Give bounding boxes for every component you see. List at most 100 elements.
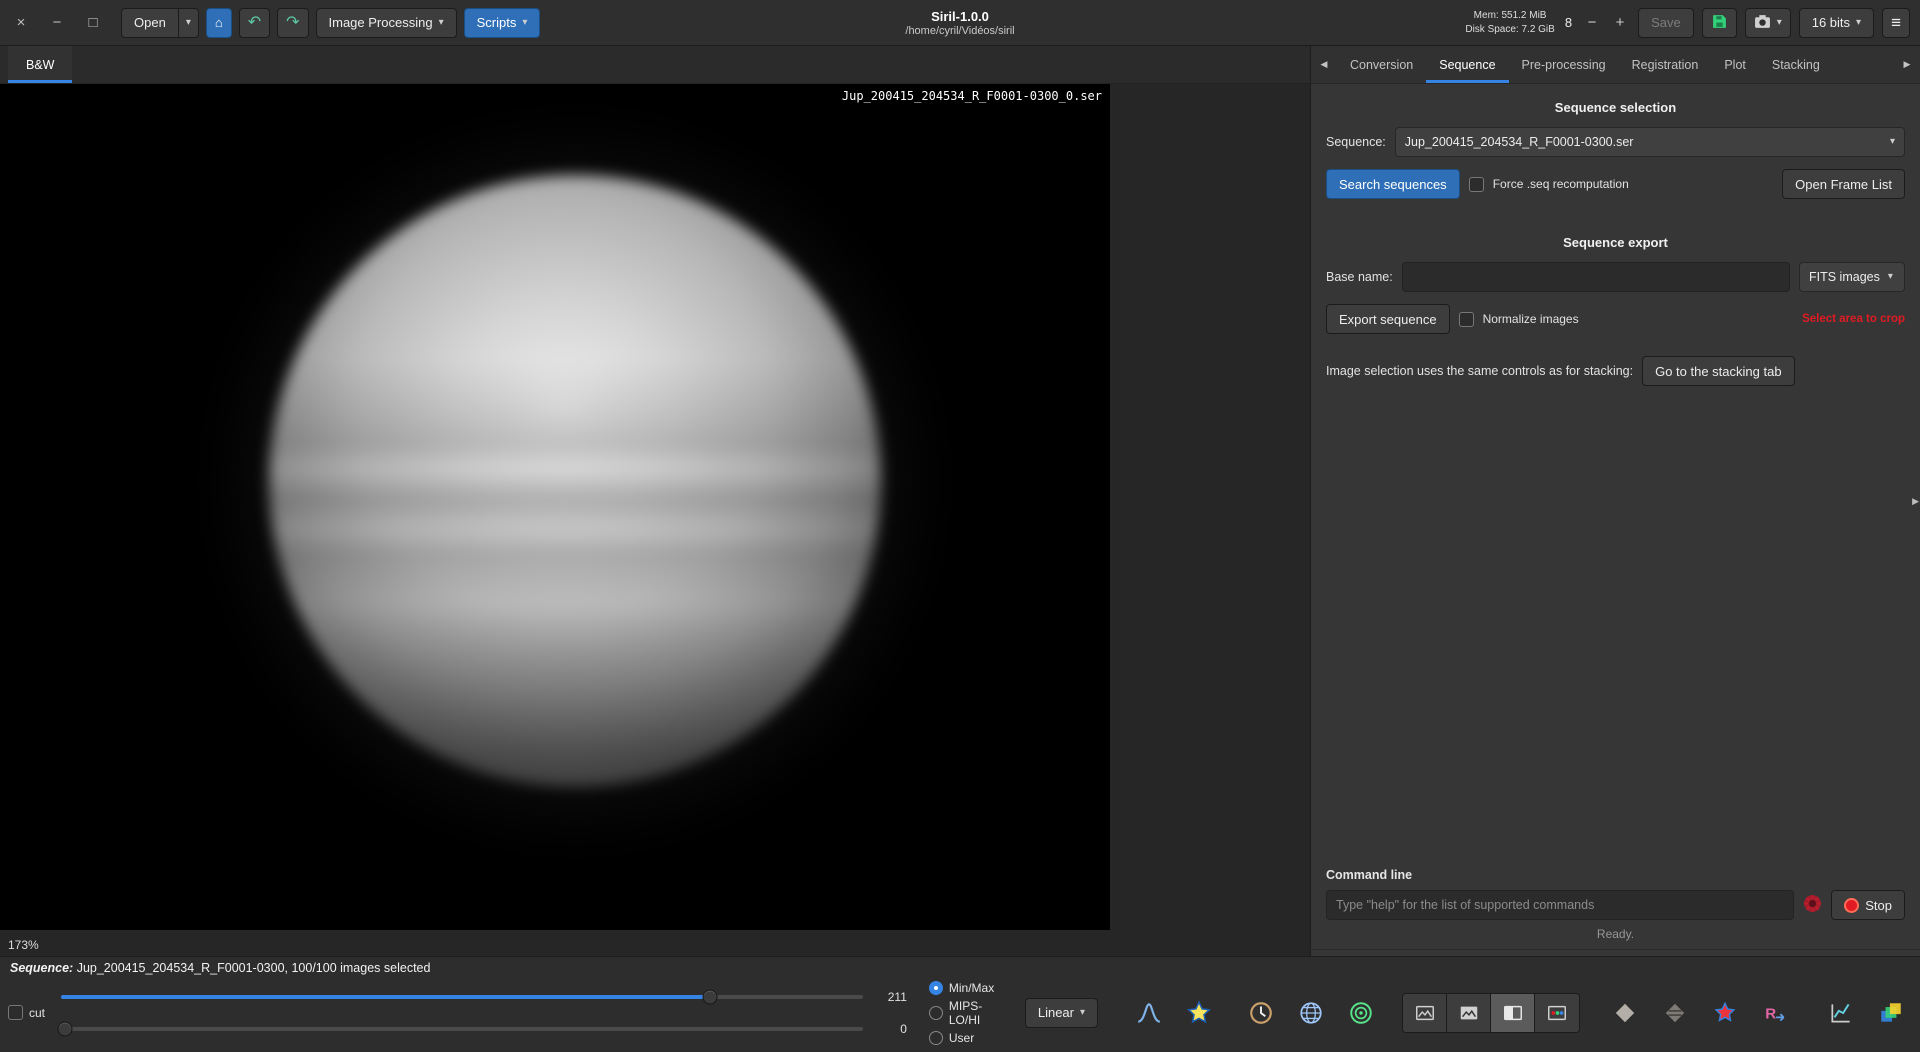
home-button[interactable]: ⌂	[206, 8, 232, 38]
undo-button[interactable]: ↶	[239, 8, 270, 38]
high-level-value: 211	[873, 990, 907, 1004]
display-controls-row: cut 211 0 Min/Max	[8, 977, 1912, 1048]
panel-expand-handle[interactable]: ▶	[1912, 496, 1919, 507]
window-close-button[interactable]: ×	[10, 10, 32, 36]
sequence-panel-body: Sequence selection Sequence: Jup_200415_…	[1311, 84, 1920, 956]
levels-sliders: 211 0	[61, 989, 907, 1037]
save-as-button[interactable]	[1702, 8, 1737, 38]
star-detection-icon[interactable]	[1178, 994, 1220, 1032]
jupiter-image	[269, 175, 881, 787]
radio-button[interactable]	[929, 1031, 943, 1045]
go-to-stacking-tab-button[interactable]: Go to the stacking tab	[1642, 356, 1794, 386]
display-negative-icon[interactable]	[1447, 994, 1491, 1032]
command-line-input[interactable]	[1326, 890, 1794, 920]
window-minimize-button[interactable]: −	[46, 10, 68, 36]
radio-button[interactable]	[929, 981, 943, 995]
force-seq-recompute-checkbox[interactable]	[1469, 177, 1484, 192]
radio-button[interactable]	[929, 1006, 943, 1020]
image-viewer: B&W Jup_200415_204534_R_F0001-0300_0.ser…	[0, 46, 1310, 956]
export-format-value: FITS images	[1809, 270, 1880, 284]
redo-icon: ↷	[286, 15, 299, 31]
svg-text:R: R	[1765, 1005, 1776, 1022]
bit-depth-value: 16 bits	[1812, 15, 1850, 30]
panel-tabbar: ◀ Conversion Sequence Pre-processing Reg…	[1311, 46, 1920, 84]
status-ready: Ready.	[1311, 922, 1920, 950]
psf-icon[interactable]	[1128, 994, 1170, 1032]
star-align-icon[interactable]	[1704, 994, 1746, 1032]
cut-checkbox[interactable]	[8, 1005, 23, 1020]
tab-stacking[interactable]: Stacking	[1759, 46, 1833, 83]
window-controls: × − □	[10, 10, 104, 36]
low-slider-thumb[interactable]	[57, 1021, 72, 1036]
plot-icon[interactable]	[1820, 994, 1862, 1032]
sequence-combobox[interactable]: Jup_200415_204534_R_F0001-0300.ser ▾	[1395, 127, 1905, 157]
chevron-down-icon: ▾	[1890, 137, 1895, 147]
radio-min-max[interactable]: Min/Max	[929, 981, 1009, 995]
scripts-label: Scripts	[477, 15, 517, 30]
chevron-down-icon: ▾	[1777, 18, 1782, 28]
tab-conversion[interactable]: Conversion	[1337, 46, 1426, 83]
open-dropdown-button[interactable]: ▾	[179, 8, 199, 38]
background-extraction-icon[interactable]	[1604, 994, 1646, 1032]
display-split-icon[interactable]	[1491, 994, 1535, 1032]
command-line-heading: Command line	[1311, 868, 1920, 882]
tabs-scroll-left-button[interactable]: ◀	[1311, 46, 1337, 83]
banding-reduction-icon[interactable]	[1654, 994, 1696, 1032]
select-area-to-crop-hint: Select area to crop	[1802, 313, 1905, 325]
radio-user[interactable]: User	[929, 1031, 1009, 1045]
bit-depth-dropdown[interactable]: 16 bits ▾	[1799, 8, 1874, 38]
resample-icon[interactable]: R	[1754, 994, 1796, 1032]
zoom-in-button[interactable]: +	[1610, 11, 1630, 35]
tab-bw[interactable]: B&W	[8, 46, 72, 83]
radio-label: Min/Max	[949, 981, 994, 995]
pixel-layers-icon[interactable]	[1870, 994, 1912, 1032]
image-canvas[interactable]: Jup_200415_204534_R_F0001-0300_0.ser	[0, 84, 1110, 930]
command-history-button[interactable]	[1802, 893, 1823, 917]
open-frame-list-button[interactable]: Open Frame List	[1782, 169, 1905, 199]
redo-button[interactable]: ↷	[277, 8, 308, 38]
stop-button[interactable]: Stop	[1831, 890, 1905, 920]
zoom-out-button[interactable]: −	[1582, 11, 1602, 35]
export-sequence-button[interactable]: Export sequence	[1326, 304, 1450, 334]
globe-icon[interactable]	[1290, 994, 1332, 1032]
tab-label: Sequence	[1439, 58, 1495, 72]
image-processing-button[interactable]: Image Processing ▾	[316, 8, 457, 38]
target-icon[interactable]	[1340, 994, 1382, 1032]
search-sequences-button[interactable]: Search sequences	[1326, 169, 1460, 199]
window-maximize-button[interactable]: □	[82, 10, 104, 36]
save-button[interactable]: Save	[1638, 8, 1694, 38]
scripts-button[interactable]: Scripts ▾	[464, 8, 541, 38]
memory-usage: Mem: 551.2 MiB	[1465, 9, 1554, 23]
radio-mips-lo-hi[interactable]: MIPS-LO/HI	[929, 999, 1009, 1027]
display-mode-group	[1402, 993, 1580, 1033]
hamburger-menu-button[interactable]: ≡	[1882, 8, 1910, 38]
command-wheel-icon	[1802, 893, 1823, 917]
clock-icon[interactable]	[1240, 994, 1282, 1032]
scale-mode-dropdown[interactable]: Linear ▾	[1025, 998, 1098, 1028]
normalize-images-checkbox[interactable]	[1459, 312, 1474, 327]
tab-registration[interactable]: Registration	[1619, 46, 1712, 83]
tabs-scroll-right-button[interactable]: ▶	[1894, 46, 1920, 83]
snapshot-button[interactable]: ▾	[1745, 8, 1791, 38]
tab-label: Plot	[1724, 58, 1746, 72]
system-info: Mem: 551.2 MiB Disk Space: 7.2 GiB	[1465, 9, 1554, 36]
open-button[interactable]: Open	[121, 8, 179, 38]
tab-label: Conversion	[1350, 58, 1413, 72]
tools-row: R	[1128, 993, 1912, 1033]
sequence-export-heading: Sequence export	[1311, 235, 1920, 250]
chevron-down-icon: ▾	[1856, 18, 1861, 28]
preview-value: 8	[1565, 15, 1572, 30]
tab-pre-processing[interactable]: Pre-processing	[1509, 46, 1619, 83]
export-format-dropdown[interactable]: FITS images ▾	[1799, 262, 1905, 292]
display-photo-icon[interactable]	[1403, 994, 1447, 1032]
viewer-tabstrip: B&W	[0, 46, 1310, 84]
tab-label: Registration	[1632, 58, 1699, 72]
high-slider-thumb[interactable]	[703, 989, 718, 1004]
display-color-icon[interactable]	[1535, 994, 1579, 1032]
tab-plot[interactable]: Plot	[1711, 46, 1759, 83]
high-level-slider[interactable]	[61, 995, 863, 999]
tab-sequence[interactable]: Sequence	[1426, 46, 1508, 83]
low-level-slider[interactable]	[61, 1027, 863, 1031]
chevron-down-icon: ▾	[1080, 1008, 1085, 1018]
base-name-input[interactable]	[1402, 262, 1790, 292]
